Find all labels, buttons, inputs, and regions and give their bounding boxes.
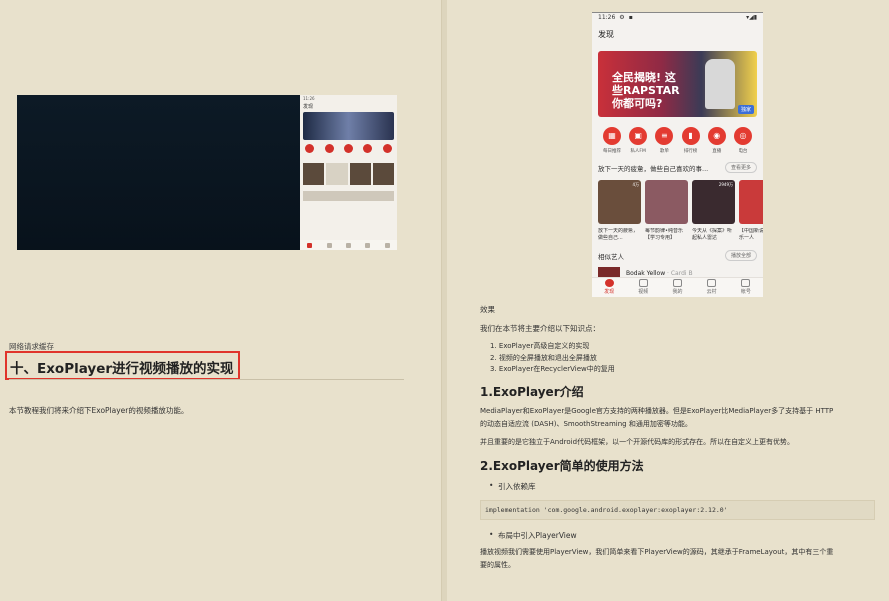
icon-label: 排行榜 xyxy=(683,149,698,154)
bullet-playerview: 布局中引入PlayerView xyxy=(489,530,577,541)
signal-icon: ▾◢▮ xyxy=(746,14,757,21)
radio-icon: ▣ xyxy=(629,127,648,145)
card-cover: 4万 xyxy=(598,180,641,224)
video-icon xyxy=(638,279,648,287)
point-1: 1. ExoPlayer高级自定义的实现 xyxy=(490,342,590,350)
icon-label: 私人FM xyxy=(630,149,646,154)
card-cover xyxy=(645,180,688,224)
paragraph-1b: 的动态自适应流 (DASH)、SmoothStreaming 和通用加密等功能。 xyxy=(480,420,692,428)
icon-chart[interactable]: ▮ 排行榜 xyxy=(679,127,703,154)
section-title: 相似艺人 xyxy=(598,252,624,261)
mini-bottom-nav xyxy=(300,240,397,250)
playlist-card[interactable]: 2949万今天从《探案》听起私人雷达 xyxy=(692,180,735,242)
video-screenshot: 11:26 发现 xyxy=(17,95,397,250)
playlist-card[interactable]: 每节韵律•纯音乐【学习专用】 xyxy=(645,180,688,242)
card-caption: 放下一天的疲惫，做些自己... xyxy=(598,228,639,241)
phone-time: 11:26 xyxy=(598,14,616,21)
paragraph-3a: 播放视频我们需要使用PlayerView，我们简单来看下PlayerView的源… xyxy=(480,548,834,556)
calendar-icon: ▦ xyxy=(603,127,621,145)
video-player-area xyxy=(17,95,300,250)
point-2: 2. 视频的全屏播放和退出全屏播放 xyxy=(490,354,597,362)
paragraph-2: 并且重要的是它独立于Android代码框架，以一个开源代码库的形式存在。所以在自… xyxy=(480,438,795,446)
artist-name: Bodak Yellow xyxy=(626,269,666,277)
community-icon xyxy=(707,279,717,287)
robot-illustration xyxy=(705,59,735,109)
live-icon: ◉ xyxy=(707,127,726,145)
left-page xyxy=(0,0,441,601)
icon-station[interactable]: ◎ 电台 xyxy=(731,127,755,154)
play-count: 2949万 xyxy=(718,182,733,187)
point-3: 3. ExoPlayer在RecyclerView中的复用 xyxy=(490,365,615,373)
code-block: implementation 'com.google.android.exopl… xyxy=(480,500,875,520)
phone-icon-row: ▦ 每日推荐 ▣ 私人FM ≡ 歌单 ▮ 排行榜 ◉ 直播 ◎ 电台 xyxy=(600,127,755,154)
nav-mine[interactable]: 我的 xyxy=(672,279,682,295)
playlist-card[interactable]: 【中国新说唱】音乐一人 xyxy=(739,180,763,242)
icon-label: 电台 xyxy=(738,149,748,154)
card-caption: 【中国新说唱】音乐一人 xyxy=(739,228,763,241)
icon-live[interactable]: ◉ 直播 xyxy=(705,127,729,154)
card-cover: 2949万 xyxy=(692,180,735,224)
gear-icon: ⚙ xyxy=(619,14,625,21)
banner-tag: 独家 xyxy=(737,105,754,114)
heading-exoplayer-intro: 1.ExoPlayer介绍 xyxy=(480,385,584,399)
phone-bottom-nav: 发现 视频 我的 云村 帐号 xyxy=(592,277,763,297)
phone-status-bar: 11:26 ⚙ ▪ ▾◢▮ xyxy=(592,13,763,23)
podcast-icon: ◎ xyxy=(733,127,752,145)
icon-label: 歌单 xyxy=(659,149,669,154)
view-more-button[interactable]: 查看更多 xyxy=(724,162,757,173)
account-icon xyxy=(741,279,751,287)
intro-paragraph: 本节教程我们将来介绍下ExoPlayer的视频播放功能。 xyxy=(9,406,189,415)
icon-playlist[interactable]: ≡ 歌单 xyxy=(652,127,676,154)
icon-label: 每日推荐 xyxy=(603,149,621,154)
nav-video[interactable]: 视频 xyxy=(638,279,648,295)
mini-title: 发现 xyxy=(303,104,314,110)
section-heading: 十、ExoPlayer进行视频播放的实现 xyxy=(10,361,234,377)
music-icon xyxy=(672,279,682,287)
nav-discover[interactable]: 发现 xyxy=(604,279,614,295)
icon-fm[interactable]: ▣ 私人FM xyxy=(626,127,650,154)
playlist-card[interactable]: 4万放下一天的疲惫，做些自己... xyxy=(598,180,641,242)
phone-card-row: 4万放下一天的疲惫，做些自己... 每节韵律•纯音乐【学习专用】 2949万今天… xyxy=(598,180,763,242)
nav-account[interactable]: 帐号 xyxy=(741,279,751,295)
card-caption: 每节韵律•纯音乐【学习专用】 xyxy=(645,228,683,241)
intro-text: 我们在本节将主要介绍以下知识点： xyxy=(480,324,600,333)
card-caption: 今天从《探案》听起私人雷达 xyxy=(692,228,733,241)
paragraph-1a: MediaPlayer和ExoPlayer是Google官方支持的两种播放器。但… xyxy=(480,407,834,415)
mini-list-row xyxy=(303,191,394,201)
mini-phone-screenshot: 11:26 发现 xyxy=(300,95,397,250)
play-all-button[interactable]: 播放全部 xyxy=(724,250,757,261)
playlist-icon: ≡ xyxy=(655,127,674,145)
play-count: 4万 xyxy=(632,182,639,187)
heading-usage: 2.ExoPlayer简单的使用方法 xyxy=(480,459,644,473)
artist-sub: · Cardi B xyxy=(665,269,693,277)
mini-banner xyxy=(303,112,394,140)
phone-page-title: 发现 xyxy=(598,30,614,39)
icon-daily[interactable]: ▦ 每日推荐 xyxy=(600,127,624,154)
section-title: 放下一天的疲惫，做些自己喜欢的事... xyxy=(598,164,709,173)
icon-label: 直播 xyxy=(712,149,722,154)
effect-label: 效果 xyxy=(480,305,495,314)
phone-section-header: 放下一天的疲惫，做些自己喜欢的事... 查看更多 xyxy=(598,162,757,173)
phone-screenshot: 11:26 ⚙ ▪ ▾◢▮ 发现 全民揭晓! 这些RAPSTAR你都可吗? 独家 ▦… xyxy=(592,12,763,297)
paragraph-3b: 要的属性。 xyxy=(480,561,515,569)
sim-icon: ▪ xyxy=(628,14,633,21)
phone-section-header-2: 相似艺人 播放全部 xyxy=(598,250,757,261)
bullet-dependency: 引入依赖库 xyxy=(489,481,535,492)
mini-icon-row xyxy=(300,144,397,153)
discover-icon xyxy=(604,279,614,287)
phone-banner[interactable]: 全民揭晓! 这些RAPSTAR你都可吗? 独家 xyxy=(598,51,757,117)
banner-slogan: 全民揭晓! 这些RAPSTAR你都可吗? xyxy=(612,71,680,110)
chart-icon: ▮ xyxy=(681,127,700,145)
heading-rule xyxy=(9,379,404,380)
mini-card-row xyxy=(303,163,394,185)
nav-village[interactable]: 云村 xyxy=(707,279,717,295)
card-cover xyxy=(739,180,763,224)
